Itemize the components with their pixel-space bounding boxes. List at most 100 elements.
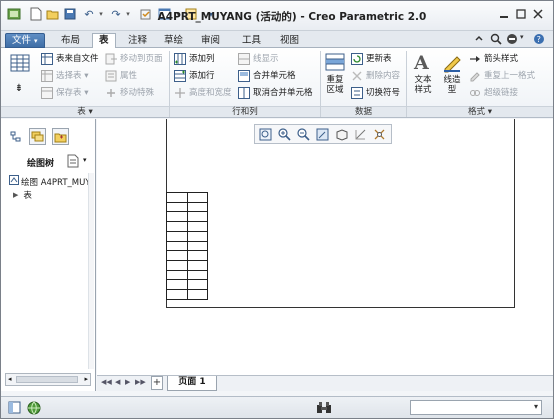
table-cell[interactable] bbox=[166, 260, 188, 271]
minimize-ribbon-icon[interactable] bbox=[474, 33, 484, 46]
table-from-file-button[interactable]: 表来自文件 bbox=[41, 52, 99, 66]
table-cell[interactable] bbox=[186, 240, 208, 252]
table-cell[interactable] bbox=[186, 279, 208, 291]
add-page-button[interactable]: + bbox=[151, 376, 163, 390]
table-cell[interactable] bbox=[186, 269, 208, 281]
next-page-icon[interactable]: ▶ bbox=[125, 378, 130, 386]
unmerge-cells-button[interactable]: 取消合并单元格 bbox=[238, 86, 313, 100]
repeat-format-button[interactable]: 重复上一格式 bbox=[469, 69, 535, 83]
delete-content-button[interactable]: 删除内容 bbox=[351, 69, 400, 83]
format-group-label[interactable]: 格式 ▾ bbox=[407, 106, 553, 117]
table-cell[interactable] bbox=[166, 269, 188, 281]
height-width-button[interactable]: 高度和宽度 bbox=[174, 86, 232, 100]
tree-tab-icon[interactable] bbox=[7, 128, 24, 145]
tab-sketch[interactable]: 草绘 bbox=[157, 33, 190, 48]
first-page-icon[interactable]: ◀◀ bbox=[101, 378, 112, 386]
scroll-left-icon[interactable]: ◂ bbox=[8, 375, 12, 383]
text-style-button[interactable]: A 文本 样式 bbox=[409, 51, 437, 95]
table-row[interactable] bbox=[166, 279, 208, 291]
table-cell[interactable] bbox=[186, 260, 208, 271]
table-cell[interactable] bbox=[186, 289, 208, 300]
insert-table-button[interactable] bbox=[7, 52, 33, 76]
repeat-region-button[interactable]: 重复 区域 bbox=[321, 51, 349, 95]
table-row[interactable] bbox=[166, 192, 208, 203]
refit-icon[interactable] bbox=[257, 126, 274, 142]
tree-item-table[interactable]: ▶ 表 bbox=[13, 189, 32, 201]
browser-icon[interactable] bbox=[26, 400, 41, 415]
move-special-button[interactable]: 移动特殊 bbox=[105, 86, 154, 100]
page-tab-1[interactable]: 页面 1 bbox=[167, 376, 217, 391]
table-cell[interactable] bbox=[186, 221, 208, 232]
last-page-icon[interactable]: ▶▶ bbox=[135, 378, 146, 386]
table-row[interactable] bbox=[166, 269, 208, 281]
tree-item-drawing[interactable]: 绘图 A4PRT_MUY bbox=[9, 175, 91, 188]
chevron-down-icon[interactable]: ▾ bbox=[83, 156, 87, 164]
table-cell[interactable] bbox=[186, 211, 208, 223]
zoom-out-icon[interactable] bbox=[295, 126, 312, 142]
close-button[interactable] bbox=[532, 8, 544, 20]
add-row-button[interactable]: 添加行 bbox=[174, 69, 215, 83]
table-cell[interactable] bbox=[166, 279, 188, 291]
table-cell[interactable] bbox=[166, 289, 188, 300]
tab-layout[interactable]: 布局 bbox=[54, 33, 87, 48]
tab-review[interactable]: 审阅 bbox=[194, 33, 227, 48]
tree-horizontal-scrollbar[interactable]: ◂ ▸ bbox=[5, 373, 91, 386]
connect-icon[interactable] bbox=[506, 33, 519, 48]
table-row[interactable] bbox=[166, 221, 208, 232]
minimize-button[interactable] bbox=[498, 8, 510, 20]
table-row[interactable] bbox=[166, 211, 208, 223]
properties-button[interactable]: 属性 bbox=[105, 69, 137, 83]
table-cell[interactable] bbox=[166, 211, 188, 223]
graphics-area[interactable] bbox=[97, 119, 553, 375]
table-cell[interactable] bbox=[166, 201, 188, 213]
tab-tools[interactable]: 工具 bbox=[235, 33, 268, 48]
tab-view[interactable]: 视图 bbox=[273, 33, 306, 48]
find-icon[interactable] bbox=[315, 400, 333, 415]
maximize-button[interactable] bbox=[515, 8, 527, 20]
scroll-thumb[interactable] bbox=[16, 376, 78, 383]
table-row[interactable] bbox=[166, 250, 208, 262]
selection-filter-select[interactable]: ▾ bbox=[410, 400, 542, 415]
save-table-button[interactable]: 保存表 ▾ bbox=[41, 86, 88, 100]
tab-annotate[interactable]: 注释 bbox=[121, 33, 154, 48]
repaint-icon[interactable] bbox=[314, 126, 331, 142]
table-row[interactable] bbox=[166, 240, 208, 252]
tab-table[interactable]: 表 bbox=[92, 33, 116, 49]
display-style-icon[interactable] bbox=[333, 126, 350, 142]
saved-views-icon[interactable] bbox=[352, 126, 369, 142]
tab-file[interactable]: 文件 ▾ bbox=[5, 33, 45, 48]
table-cell[interactable] bbox=[166, 250, 188, 262]
table-row[interactable] bbox=[166, 289, 208, 300]
line-display-button[interactable]: 线显示 bbox=[238, 52, 279, 66]
add-column-button[interactable]: 添加列 bbox=[174, 52, 215, 66]
drawing-table[interactable] bbox=[166, 192, 208, 300]
switch-symbols-button[interactable]: 切换符号 bbox=[351, 86, 400, 100]
hyperlink-button[interactable]: 超级链接 bbox=[469, 86, 518, 100]
table-cell[interactable] bbox=[186, 201, 208, 213]
table-cell[interactable] bbox=[186, 230, 208, 242]
table-cell[interactable] bbox=[186, 250, 208, 262]
scroll-right-icon[interactable]: ▸ bbox=[84, 375, 88, 383]
table-cell[interactable] bbox=[166, 221, 188, 232]
favorites-tab-icon[interactable] bbox=[52, 128, 69, 145]
search-icon[interactable] bbox=[490, 33, 502, 48]
table-cell[interactable] bbox=[166, 240, 188, 252]
toggle-navigator-icon[interactable] bbox=[7, 400, 22, 415]
move-to-page-button[interactable]: 移动到页面 bbox=[105, 52, 163, 66]
table-cell[interactable] bbox=[166, 230, 188, 242]
merge-cells-button[interactable]: 合并单元格 bbox=[238, 69, 296, 83]
arrow-style-button[interactable]: 箭头样式 bbox=[469, 52, 518, 66]
table-row[interactable] bbox=[166, 230, 208, 242]
update-table-button[interactable]: 更新表 bbox=[351, 52, 392, 66]
expand-arrow-icon[interactable]: ▶ bbox=[13, 191, 18, 199]
prev-page-icon[interactable]: ◀ bbox=[115, 378, 120, 386]
zoom-in-icon[interactable] bbox=[276, 126, 293, 142]
select-table-button[interactable]: 选择表 ▾ bbox=[41, 69, 88, 83]
tree-settings-icon[interactable] bbox=[67, 154, 79, 171]
line-style-button[interactable]: 线造 型 bbox=[438, 51, 466, 95]
table-cell[interactable] bbox=[186, 192, 208, 203]
table-group-label[interactable]: 表 ▾ bbox=[1, 106, 169, 117]
layers-tab-icon[interactable] bbox=[29, 128, 46, 145]
table-row[interactable] bbox=[166, 260, 208, 271]
table-cell[interactable] bbox=[166, 192, 188, 203]
